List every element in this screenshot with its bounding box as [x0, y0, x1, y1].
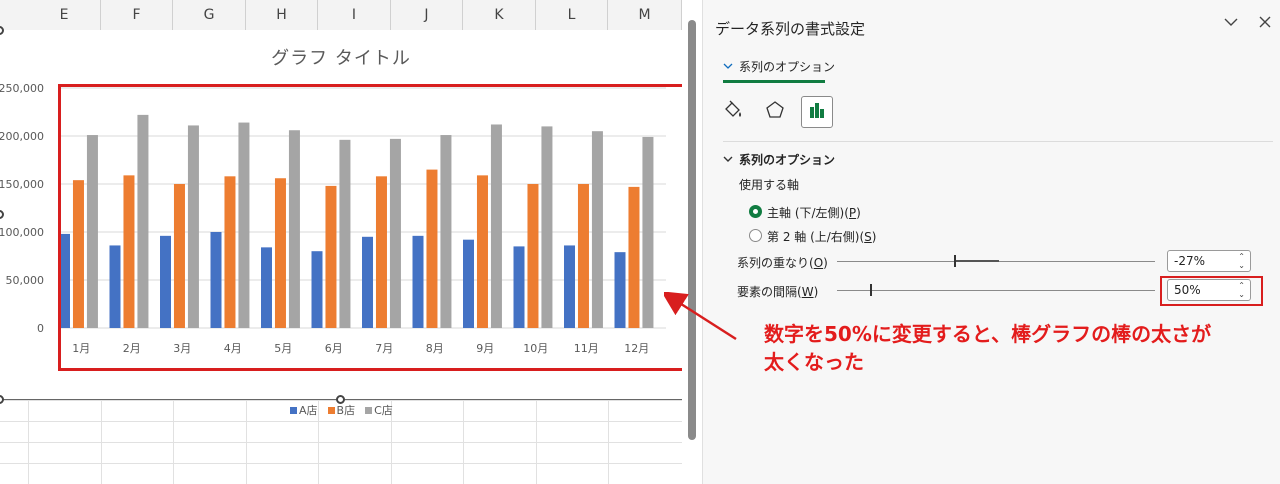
series-overlap-label: 系列の重なり(O) [737, 256, 828, 270]
column-header-l[interactable]: L [536, 0, 608, 30]
grid-row-line [0, 463, 682, 464]
y-tick-label: 0 [37, 322, 44, 335]
annotation-line-1: 数字を50%に変更すると、棒グラフの棒の太さが [764, 322, 1212, 346]
legend-swatch-a [290, 406, 297, 414]
section-series-options[interactable]: 系列のオプション [723, 151, 835, 168]
series-options-button[interactable] [801, 96, 833, 128]
legend-swatch-b [327, 406, 335, 414]
vertical-scrollbar[interactable] [684, 0, 702, 484]
annotation-line-2: 太くなった [764, 350, 864, 374]
y-tick-label: 250,000 [0, 82, 44, 95]
gap-width-slider[interactable] [837, 290, 1155, 291]
pentagon-icon [765, 100, 785, 124]
format-data-series-pane: データ系列の書式設定 系列のオプション 系列のオプション 使用する軸 主軸 (下… [702, 0, 1280, 484]
grid-col-line [608, 400, 609, 484]
legend-item-b: B店 [327, 402, 356, 418]
legend-item-c: C店 [365, 402, 393, 418]
grid-col-line [28, 400, 29, 484]
column-header-h[interactable]: H [246, 0, 318, 30]
gap-width-highlight [1160, 276, 1263, 306]
grid-row-line [0, 442, 682, 443]
series-overlap-slider-fill [955, 260, 999, 262]
primary-axis-text: 主軸 (下/左側)( [767, 206, 849, 220]
secondary-axis-radio[interactable] [749, 229, 762, 242]
close-icon[interactable] [1257, 14, 1273, 35]
effects-button[interactable] [759, 96, 791, 128]
gap-width-key: W [801, 285, 814, 299]
scrollbar-thumb[interactable] [688, 20, 696, 440]
series-overlap-text: 系列の重なり( [737, 256, 814, 270]
section-label: 系列のオプション [739, 153, 836, 167]
secondary-axis-text: 第 2 軸 (上/右側)( [767, 230, 865, 244]
chart-legend[interactable]: A店 B店 C店 [290, 402, 393, 418]
grid-col-line [536, 400, 537, 484]
y-tick-label: 200,000 [0, 130, 44, 143]
primary-axis-radio[interactable] [749, 205, 762, 218]
pane-title: データ系列の書式設定 [715, 20, 866, 38]
series-overlap-input[interactable]: -27% ⌃ ⌄ [1167, 250, 1251, 272]
legend-label-a: A店 [299, 404, 318, 417]
grid-row-line [0, 421, 682, 422]
chevron-down-icon [723, 153, 733, 167]
chevron-down-icon [723, 60, 733, 74]
column-header-bar: EFGHIJKLM [0, 0, 682, 31]
chevron-down-icon[interactable] [1223, 14, 1239, 35]
legend-label-c: C店 [374, 404, 393, 417]
annotation-callout: 数字を50%に変更すると、棒グラフの棒の太さが 太くなった [764, 320, 1274, 376]
column-header-g[interactable]: G [173, 0, 246, 30]
paint-bucket-icon [722, 99, 744, 125]
spreadsheet-area: EFGHIJKLM グラフ タイトル 250,000 200,000 150,000… [0, 0, 682, 484]
primary-axis-label[interactable]: 主軸 (下/左側)(P) [767, 204, 861, 221]
legend-label-b: B店 [336, 404, 356, 417]
y-tick-label: 50,000 [6, 274, 45, 287]
secondary-axis-key: S [864, 230, 872, 244]
gap-width-slider-thumb[interactable] [870, 284, 872, 296]
bar-chart-icon [807, 100, 827, 124]
grid-col-line [246, 400, 247, 484]
column-header-i[interactable]: I [318, 0, 391, 30]
column-header-e[interactable]: E [28, 0, 101, 30]
fill-line-button[interactable] [717, 96, 749, 128]
legend-swatch-c [365, 406, 373, 414]
y-tick-label: 100,000 [0, 226, 44, 239]
series-overlap-slider-thumb[interactable] [954, 255, 956, 267]
axis-label: 使用する軸 [739, 178, 800, 192]
legend-item-a: A店 [290, 402, 318, 418]
resize-handle-bottom-center[interactable] [336, 395, 345, 404]
column-header-f[interactable]: F [101, 0, 173, 30]
tab-series-options[interactable]: 系列のオプション [723, 58, 835, 75]
column-header-j[interactable]: J [391, 0, 463, 30]
section-divider [723, 141, 1273, 142]
plot-area-highlight [58, 84, 682, 371]
tab-label: 系列のオプション [739, 60, 836, 74]
grid-col-line [173, 400, 174, 484]
series-overlap-key: O [813, 256, 824, 270]
column-header-m[interactable]: M [608, 0, 682, 30]
spin-arrows-icon[interactable]: ⌃ ⌄ [1238, 252, 1245, 270]
y-tick-label: 150,000 [0, 178, 44, 191]
grid-col-line [463, 400, 464, 484]
grid-col-line [101, 400, 102, 484]
tab-active-indicator [723, 80, 825, 83]
secondary-axis-label[interactable]: 第 2 軸 (上/右側)(S) [767, 228, 876, 245]
column-header-k[interactable]: K [463, 0, 536, 30]
series-overlap-value: -27% [1174, 254, 1206, 268]
primary-axis-key: P [848, 206, 857, 220]
